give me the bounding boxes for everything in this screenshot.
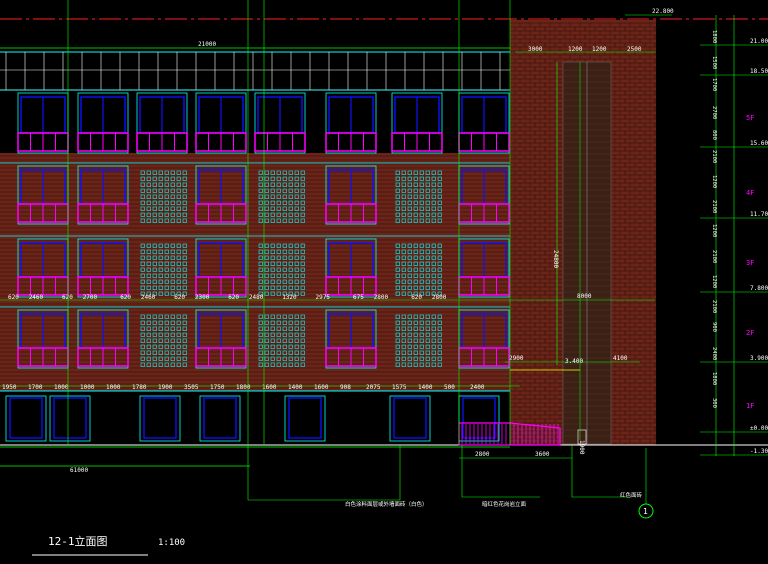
right-dim: 1800 bbox=[711, 372, 717, 385]
right-dim: 2100 bbox=[711, 250, 717, 263]
dim-bay: 675 bbox=[353, 294, 364, 301]
dim-stair-tall: 8000 bbox=[577, 293, 592, 300]
dim-stair-top: 2500 bbox=[627, 46, 642, 53]
dim-bay: 2800 bbox=[374, 294, 389, 301]
dim-bottom-overall: 61000 bbox=[70, 467, 88, 474]
dim-ground: 3505 bbox=[184, 384, 199, 391]
level-label: 3.900 bbox=[750, 355, 768, 362]
grid-bubble-label: 1 bbox=[643, 507, 648, 516]
callout-granite: 暗红色花岗岩立面 bbox=[482, 500, 527, 508]
dim-ground: 908 bbox=[340, 384, 351, 391]
dim-bay: 2460 bbox=[29, 294, 44, 301]
elevation-drawing: 21000 61000 22.800 3000 1200 1200 2500 24800 800… bbox=[0, 0, 768, 564]
drawing-scale: 1:100 bbox=[158, 538, 185, 548]
level-label: 11.700 bbox=[750, 211, 768, 218]
dim-top-level: 22.800 bbox=[652, 8, 674, 15]
level-label: 21.000 bbox=[750, 38, 768, 45]
floor-label: 4F bbox=[746, 189, 754, 197]
right-dim: 800 bbox=[711, 130, 717, 140]
dim-ground: 1575 bbox=[392, 384, 407, 391]
dim-bay: 620 bbox=[62, 294, 73, 301]
right-dim: 900 bbox=[711, 322, 717, 332]
dim-bay: 620 bbox=[411, 294, 422, 301]
right-dim: 1700 bbox=[711, 78, 717, 91]
dim-ground: 1780 bbox=[132, 384, 147, 391]
dim-ground: 1000 bbox=[80, 384, 95, 391]
level-label: ±0.000 bbox=[750, 425, 768, 432]
right-dim: 2400 bbox=[711, 347, 717, 360]
right-dim: 1200 bbox=[711, 224, 717, 237]
dim-stair-top: 1200 bbox=[568, 46, 583, 53]
dim-bay: 2800 bbox=[432, 294, 447, 301]
dim-ground: 1900 bbox=[158, 384, 173, 391]
dim-ground: 1000 bbox=[54, 384, 69, 391]
dim-bay: 620 bbox=[120, 294, 131, 301]
dim-bay: 1320 bbox=[282, 294, 297, 301]
dim-landing: 4100 bbox=[613, 355, 628, 362]
level-label: 15.600 bbox=[750, 140, 768, 147]
dim-landing: 3.400 bbox=[565, 358, 583, 365]
dim-ground: 1700 bbox=[28, 384, 43, 391]
dim-ground: 1600 bbox=[314, 384, 329, 391]
dim-bay: 620 bbox=[228, 294, 239, 301]
main-building-facade bbox=[0, 153, 510, 391]
level-label: -1.30 bbox=[750, 448, 768, 455]
stair-tower bbox=[509, 20, 656, 447]
floor-label: 2F bbox=[746, 329, 754, 337]
dim-ground: 2400 bbox=[470, 384, 485, 391]
dim-ground: 1800 bbox=[236, 384, 251, 391]
dim-ground: 2075 bbox=[366, 384, 381, 391]
dim-landing: 2900 bbox=[509, 355, 524, 362]
right-dim: 2100 bbox=[711, 200, 717, 213]
dim-bay: 2300 bbox=[195, 294, 210, 301]
right-dim: 1200 bbox=[711, 275, 717, 288]
dim-bottom: 2800 bbox=[475, 451, 490, 458]
drawing-title: 12-1立面图 bbox=[48, 534, 108, 548]
dim-ground: 1000 bbox=[106, 384, 121, 391]
dim-top-overall: 21000 bbox=[198, 41, 216, 48]
dim-ground: 1950 bbox=[2, 384, 17, 391]
dim-bay: 620 bbox=[8, 294, 19, 301]
right-dim: 1800 bbox=[711, 30, 717, 43]
dim-bottom: 3600 bbox=[535, 451, 550, 458]
dim-bay: 620 bbox=[174, 294, 185, 301]
dim-bay: 2700 bbox=[83, 294, 98, 301]
dim-bay: 2480 bbox=[249, 294, 264, 301]
floor-label: 5F bbox=[746, 114, 754, 122]
dim-ground: 1400 bbox=[418, 384, 433, 391]
right-dim: 2100 bbox=[711, 150, 717, 163]
dim-bay: 2975 bbox=[316, 294, 331, 301]
floor-label: 3F bbox=[746, 259, 754, 267]
dim-stair-height: 24800 bbox=[552, 250, 559, 268]
dim-stair-top: 3000 bbox=[528, 46, 543, 53]
level-label: 18.500 bbox=[750, 68, 768, 75]
right-dim: 1500 bbox=[711, 56, 717, 69]
dim-stair-top: 1200 bbox=[592, 46, 607, 53]
dim-ground: 1750 bbox=[210, 384, 225, 391]
dim-ground: 500 bbox=[444, 384, 455, 391]
right-dim: 1200 bbox=[711, 175, 717, 188]
dim-stair-foot: 1900 bbox=[578, 440, 585, 455]
floor-label: 1F bbox=[746, 402, 754, 410]
right-dim: 300 bbox=[711, 398, 717, 408]
dim-bay: 2460 bbox=[141, 294, 156, 301]
right-dim: 2700 bbox=[711, 106, 717, 119]
dim-ground: 1400 bbox=[288, 384, 303, 391]
callout-red-brick: 红色面砖 bbox=[620, 491, 643, 499]
level-label: 7.800 bbox=[750, 285, 768, 292]
right-dim: 2100 bbox=[711, 300, 717, 313]
callout-white-coating: 白色涂料面层或外墙面砖（白色） bbox=[345, 500, 428, 508]
